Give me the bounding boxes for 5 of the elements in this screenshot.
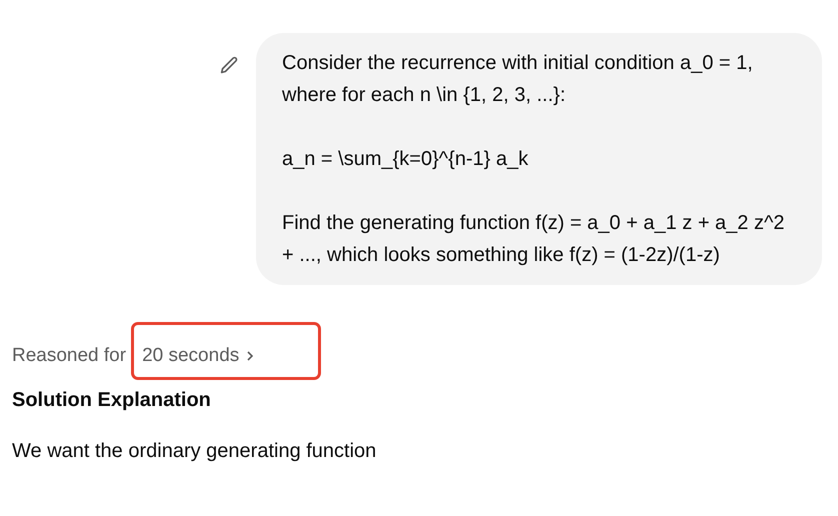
- reasoning-toggle[interactable]: 20 seconds: [142, 342, 256, 370]
- answer-heading: Solution Explanation: [12, 388, 212, 413]
- answer-text: We want the ordinary generating function: [12, 439, 378, 464]
- message-bubble: Consider the recurrence with initial condition a_0 = 1, where for each n \in {1, 2, 3, ...}: a_n = \sum_{k=0}^{n-1} a_k Find the generating function f(z) = a_0 + a_1 z + a_2 z^2 + ..., which looks something like f(z) = (1-2z)/(1-z): [256, 33, 822, 285]
- reasoning-label: Reasoned for: [12, 344, 126, 368]
